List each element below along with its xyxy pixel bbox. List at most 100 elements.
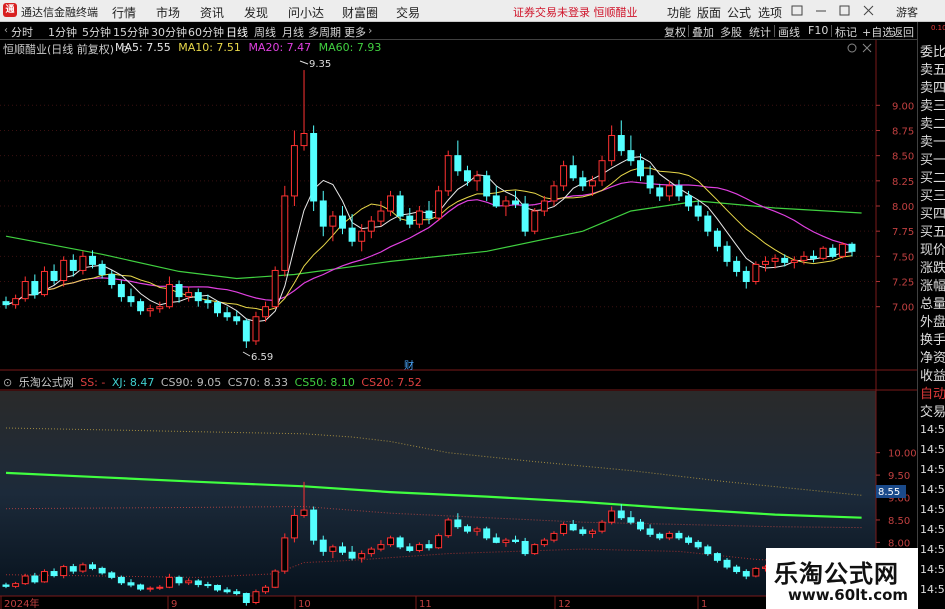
sub-candle-body bbox=[214, 584, 221, 591]
period-more[interactable]: 更多 bbox=[344, 24, 366, 40]
btn-f10[interactable]: F10 bbox=[808, 24, 828, 37]
period-60min[interactable]: 60分钟 bbox=[188, 24, 224, 40]
sub-candle-body bbox=[512, 539, 520, 542]
sub-candle-body bbox=[656, 533, 664, 539]
menu-trade[interactable]: 交易 bbox=[396, 4, 420, 21]
period-1min[interactable]: 1分钟 bbox=[48, 24, 77, 40]
sub-candle-body bbox=[89, 564, 97, 569]
candle-body bbox=[21, 281, 29, 300]
tick-time: 14:56 bbox=[920, 443, 945, 456]
candle-body bbox=[281, 195, 289, 271]
window-controls bbox=[791, 5, 874, 16]
btn-add-watchlist[interactable]: +自选 bbox=[862, 24, 893, 40]
candle-body bbox=[752, 263, 760, 283]
candle-body bbox=[713, 230, 721, 247]
candle-body bbox=[137, 301, 145, 312]
sub-candle-body bbox=[617, 510, 625, 519]
indicator-name[interactable]: 乐淘公式网 bbox=[19, 376, 74, 389]
indicator-settings-icon[interactable]: ⊙ bbox=[3, 376, 12, 389]
candle-body bbox=[89, 255, 97, 265]
sub-candle-body bbox=[204, 584, 212, 587]
menu-ask[interactable]: 问小达 bbox=[288, 4, 324, 21]
period-daily[interactable]: 日线 bbox=[226, 24, 248, 40]
sub-candle-body bbox=[377, 544, 385, 550]
candle-body bbox=[665, 185, 673, 197]
toolbar-left-arrow-icon[interactable]: ‹ bbox=[4, 25, 8, 36]
candle-body bbox=[79, 255, 87, 271]
sub-candle-body bbox=[406, 546, 414, 551]
panel-label: 卖二 bbox=[920, 117, 945, 132]
menu-options[interactable]: 选项 bbox=[758, 4, 782, 21]
menu-layout[interactable]: 版面 bbox=[697, 4, 721, 21]
sub-candle-body bbox=[531, 544, 539, 555]
menu-discover[interactable]: 发现 bbox=[244, 4, 268, 21]
period-5min[interactable]: 5分钟 bbox=[82, 24, 111, 40]
close-icon[interactable] bbox=[863, 5, 874, 16]
menu-wealth[interactable]: 财富圈 bbox=[342, 4, 378, 21]
candle-body bbox=[704, 215, 712, 232]
maximize-icon[interactable] bbox=[839, 5, 850, 16]
sub-tick-label: 10.00 bbox=[888, 449, 917, 460]
more-chevron-icon[interactable]: › bbox=[368, 24, 372, 37]
sub-candle-body bbox=[319, 539, 327, 552]
toolbar-divider bbox=[831, 25, 832, 37]
candle-body bbox=[646, 175, 654, 189]
price-tick-label: 8.25 bbox=[892, 177, 914, 188]
sub-candle-body bbox=[473, 528, 481, 532]
quote-side-panel: 0.1000 委比卖五卖四卖三卖二卖一买一买二买三买四买五现价涨跌涨幅总量外盘换… bbox=[917, 22, 945, 609]
menu-market[interactable]: 市场 bbox=[156, 4, 180, 21]
btn-mark[interactable]: 标记 bbox=[835, 24, 857, 40]
auto-label[interactable]: 自动 bbox=[920, 386, 945, 404]
candle-body bbox=[790, 259, 798, 263]
sub-candle-body bbox=[521, 540, 529, 555]
btn-overlay[interactable]: 叠加 bbox=[692, 24, 714, 40]
btn-stats[interactable]: 统计 bbox=[749, 24, 771, 40]
ma5-legend: MA5: 7.55 bbox=[115, 41, 171, 54]
sub-candle-body bbox=[300, 509, 308, 516]
btn-adjust[interactable]: 复权 bbox=[664, 24, 686, 40]
period-weekly[interactable]: 周线 bbox=[254, 24, 276, 40]
candle-body bbox=[233, 316, 241, 322]
menu-formula[interactable]: 公式 bbox=[727, 4, 751, 21]
app-title: 通达信金融终端 bbox=[21, 6, 98, 19]
sub-tick-label: 8.50 bbox=[888, 516, 910, 527]
menu-function[interactable]: 功能 bbox=[667, 4, 691, 21]
sub-candle-body bbox=[127, 582, 135, 586]
trade-label[interactable]: 交易 bbox=[920, 404, 945, 422]
sub-candle-body bbox=[329, 546, 337, 552]
finance-marker[interactable]: 财 bbox=[404, 359, 414, 372]
candle-body bbox=[223, 312, 231, 318]
sub-candle-body bbox=[598, 521, 606, 532]
period-multi[interactable]: 多周期 bbox=[308, 24, 341, 40]
candle-body bbox=[829, 247, 837, 257]
price-tick-label: 7.25 bbox=[892, 278, 914, 289]
sub-candle-body bbox=[2, 584, 10, 587]
date-label: 2024年 bbox=[4, 597, 39, 609]
sub-candle-body bbox=[646, 528, 654, 535]
menu-quotes[interactable]: 行情 bbox=[112, 4, 136, 21]
candle-body bbox=[300, 133, 308, 147]
btn-back[interactable]: 返回 bbox=[892, 24, 914, 40]
date-label: 10 bbox=[298, 599, 311, 609]
period-15min[interactable]: 15分钟 bbox=[113, 24, 149, 40]
login-notice[interactable]: 证券交易未登录 恒顺醋业 bbox=[513, 4, 638, 20]
panel-label: 买五 bbox=[920, 225, 945, 240]
period-monthly[interactable]: 月线 bbox=[282, 24, 304, 40]
sub-candle-body bbox=[223, 589, 231, 593]
kline-chart[interactable]: 9.00 8.75 8.50 8.25 8.00 7.75 7.50 7.25 7.00 10.0… bbox=[0, 40, 917, 609]
menu-news[interactable]: 资讯 bbox=[200, 4, 224, 21]
candle-body bbox=[800, 255, 808, 261]
skin-icon[interactable] bbox=[791, 5, 803, 16]
panel-label: 买三 bbox=[920, 189, 945, 204]
candle-body bbox=[560, 165, 568, 187]
btn-draw[interactable]: 画线 bbox=[778, 24, 800, 40]
guest-label[interactable]: 游客 bbox=[896, 4, 918, 20]
sub-candle-body bbox=[146, 587, 154, 590]
period-30min[interactable]: 30分钟 bbox=[151, 24, 187, 40]
price-tick-label: 7.00 bbox=[892, 303, 914, 314]
ma10-legend: MA10: 7.51 bbox=[178, 41, 241, 54]
date-label: 1 bbox=[701, 599, 707, 609]
btn-multi-stock[interactable]: 多股 bbox=[720, 24, 742, 40]
panel-label: 卖三 bbox=[920, 99, 945, 114]
period-tick[interactable]: 分时 bbox=[11, 24, 33, 40]
